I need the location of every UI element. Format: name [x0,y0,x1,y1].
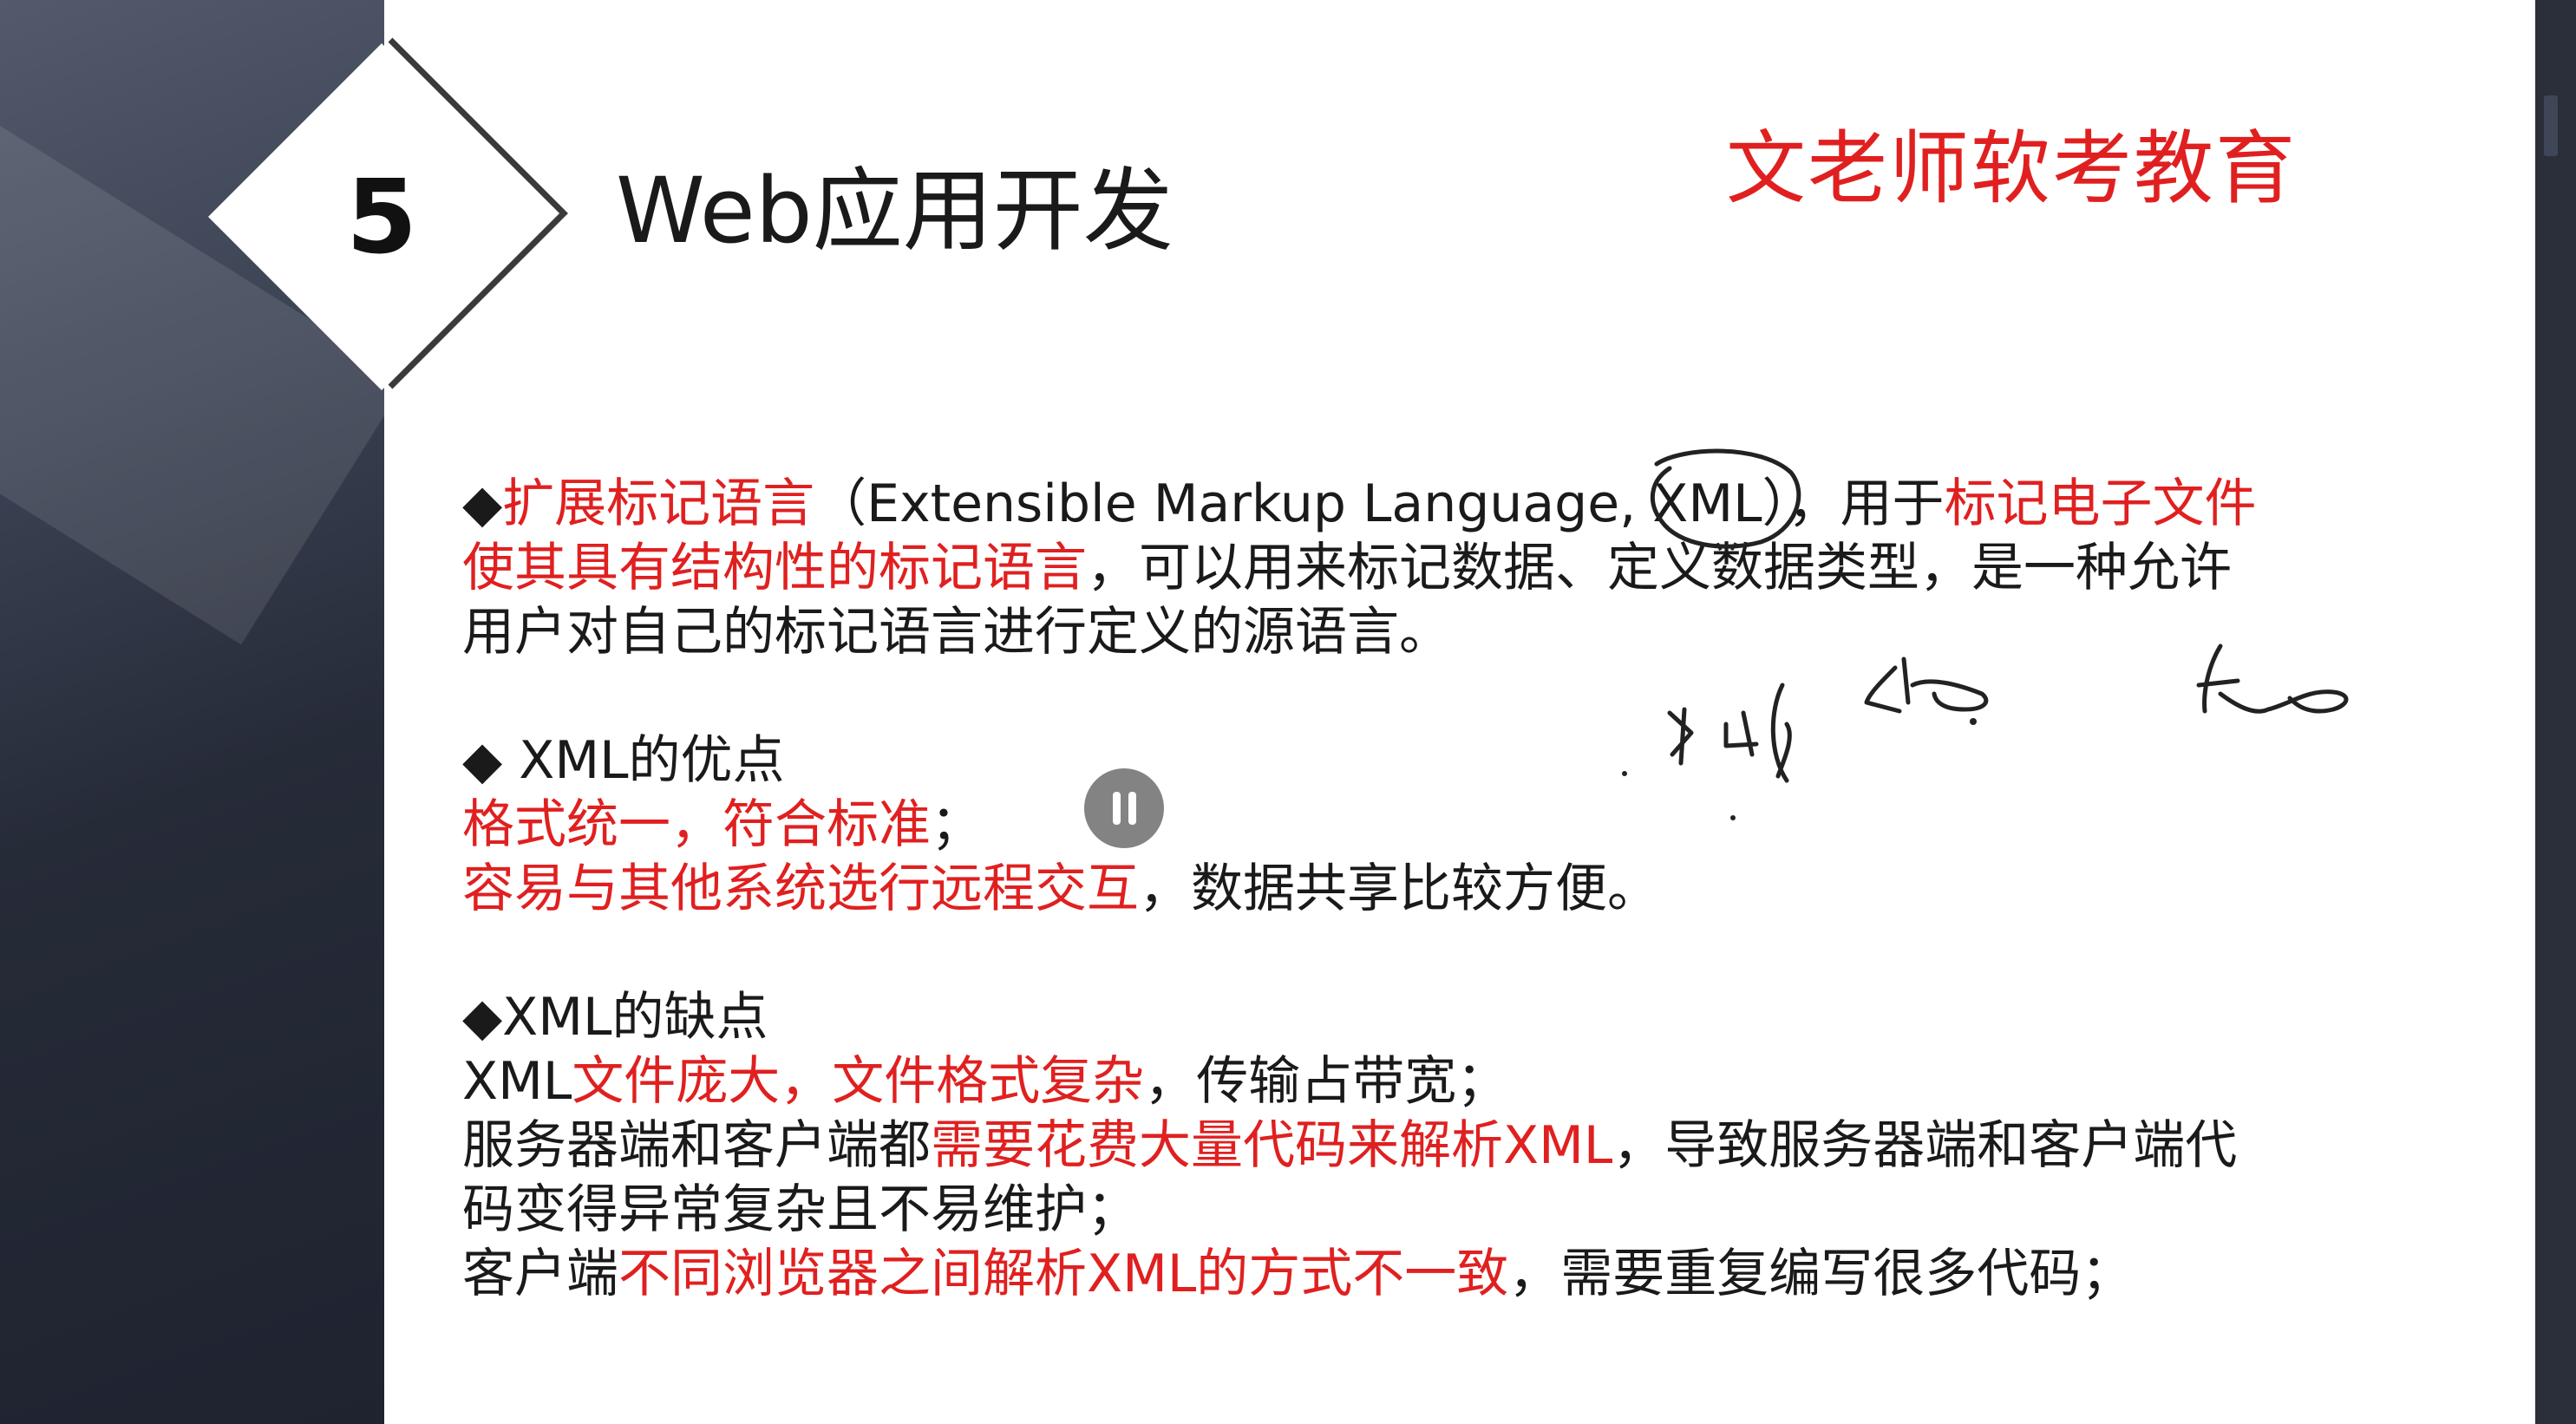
advantages-line: ◆ XML的优点 [462,728,2379,793]
edge-handle [2544,95,2558,156]
body-text: ◆ XML的优点 [462,730,785,791]
disadvantages-line: 客户端不同浏览器之间解析XML的方式不一致，需要重复编写很多代码； [462,1242,2379,1306]
highlight-text: 标记电子文件 [1944,474,2257,534]
body-text: ，传输占带宽； [1144,1051,1509,1112]
highlight-text: 不同浏览器之间解析XML的方式不一致 [618,1244,1509,1304]
advantages-line: 容易与其他系统选行远程交互，数据共享比较方便。 [462,857,2379,921]
disadvantages-line: 码变得异常复杂且不易维护； [462,1178,2379,1242]
body-text: ◆ [462,474,503,534]
body-text: ◆XML的缺点 [462,987,768,1048]
disadvantages-line: ◆XML的缺点 [462,985,2379,1049]
body-text: 码变得异常复杂且不易维护； [462,1179,1139,1240]
highlight-text: 需要花费大量代码来解析XML [931,1115,1613,1176]
body-text: （Extensible Markup Language, XML），用于 [814,474,1945,534]
body-text: ，需要重复编写很多代码； [1508,1244,2134,1304]
body-text: ，可以用来标记数据、定义数据类型，是一种允许 [1087,538,2232,598]
highlight-text: 使其具有结构性的标记语言 [462,538,1087,598]
intro-line: ◆扩展标记语言（Extensible Markup Language, XML）… [462,472,2379,536]
highlight-text: 文件庞大，文件格式复杂 [572,1051,1145,1112]
body-text: 服务器端和客户端都 [462,1115,931,1176]
slide-body: ◆扩展标记语言（Extensible Markup Language, XML）… [462,472,2379,1306]
slide-title: Web应用开发 [616,158,1174,264]
body-text: XML [462,1051,572,1112]
highlight-text: 容易与其他系统选行远程交互 [462,859,1139,919]
window-right-edge [2535,0,2576,1424]
advantages-line: 格式统一，符合标准； [462,793,2379,857]
body-text: 客户端 [462,1244,618,1304]
section-badge: 5 [208,35,572,399]
video-pause-button[interactable] [1084,768,1164,848]
body-text: ，导致服务器端和客户端代 [1612,1115,2238,1176]
intro-line: 使其具有结构性的标记语言，可以用来标记数据、定义数据类型，是一种允许 [462,536,2379,600]
disadvantages-line: XML文件庞大，文件格式复杂，传输占带宽； [462,1049,2379,1114]
intro-line: 用户对自己的标记语言进行定义的源语言。 [462,600,2379,664]
body-text: ，数据共享比较方便。 [1139,859,1659,919]
body-text: ； [931,794,983,855]
section-number: 5 [345,157,418,277]
brand-label: 文老师软考教育 [1726,122,2298,215]
highlight-text: 格式统一，符合标准 [462,794,931,855]
disadvantages-line: 服务器端和客户端都需要花费大量代码来解析XML，导致服务器端和客户端代 [462,1114,2379,1178]
highlight-text: 扩展标记语言 [502,474,815,534]
pause-icon [1113,792,1136,825]
body-text: 用户对自己的标记语言进行定义的源语言。 [462,602,1451,663]
